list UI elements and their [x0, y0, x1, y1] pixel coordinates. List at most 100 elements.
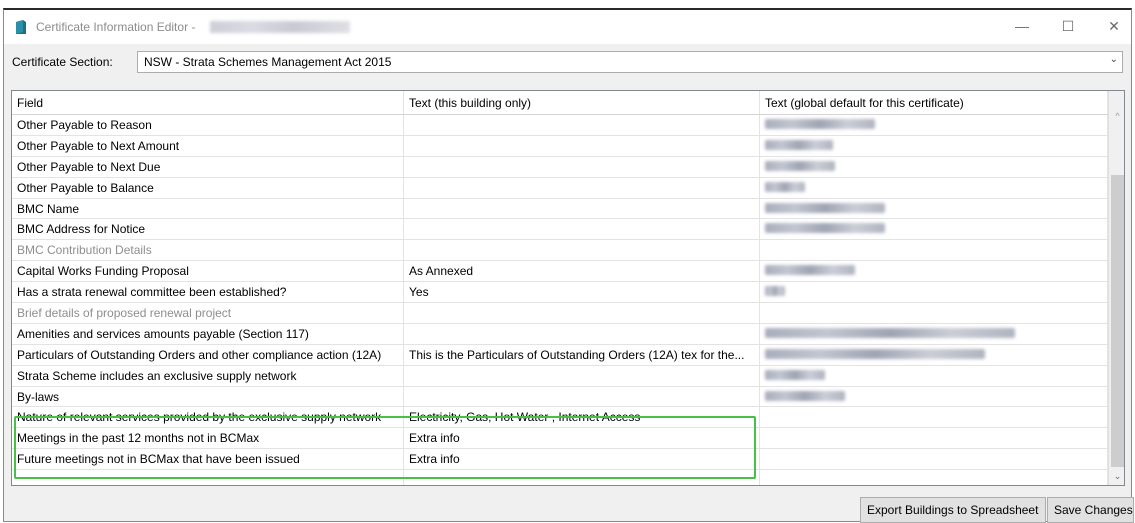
field-name-cell: Other Payable to Next Amount — [12, 135, 404, 156]
table-row[interactable]: Other Payable to Balance — [12, 177, 1108, 199]
field-name-cell: Other Payable to Reason — [12, 115, 404, 135]
table-row[interactable]: Other Payable to Reason — [12, 115, 1108, 136]
certificate-section-dropdown[interactable]: NSW - Strata Schemes Management Act 2015… — [137, 51, 1123, 73]
building-text-cell[interactable] — [404, 115, 760, 135]
building-text-cell[interactable] — [404, 135, 760, 156]
table-row[interactable]: Capital Works Funding Proposal As Annexed — [12, 261, 1108, 283]
certificate-section-label: Certificate Section: — [12, 55, 113, 69]
scroll-down-icon[interactable]: ⌄ — [1109, 468, 1124, 485]
save-changes-button[interactable]: Save Changes — [1047, 497, 1134, 523]
table-row[interactable]: Meetings in the past 12 months not in BC… — [12, 428, 1108, 450]
redacted-text — [765, 202, 885, 213]
table-row[interactable]: BMC Contribution Details — [12, 240, 1108, 262]
global-text-cell[interactable] — [760, 261, 1108, 282]
field-name-cell: Future meetings not in BCMax that have b… — [12, 449, 404, 470]
maximize-icon[interactable]: ☐ — [1045, 10, 1091, 42]
global-text-cell[interactable] — [760, 282, 1108, 303]
column-header-field[interactable]: Field — [12, 91, 404, 114]
building-text-cell[interactable] — [404, 386, 760, 407]
certificate-section-value: NSW - Strata Schemes Management Act 2015 — [144, 55, 392, 69]
building-text-cell[interactable] — [404, 303, 760, 323]
global-text-cell[interactable] — [760, 219, 1108, 240]
building-text-cell[interactable]: Extra info — [404, 428, 760, 449]
table-row[interactable]: Other Payable to Next Amount — [12, 135, 1108, 157]
global-text-cell[interactable] — [760, 156, 1108, 177]
global-text-cell[interactable] — [760, 428, 1108, 449]
certificate-editor-window: Certificate Information Editor - — ☐ ✕ C… — [3, 8, 1134, 523]
table-row[interactable]: By-laws — [12, 386, 1108, 408]
global-text-cell[interactable] — [760, 365, 1108, 386]
building-text-cell[interactable] — [404, 470, 760, 485]
building-text-cell[interactable] — [404, 177, 760, 198]
building-text-cell[interactable] — [404, 156, 760, 177]
global-text-cell[interactable] — [760, 198, 1108, 219]
redacted-text — [765, 348, 985, 359]
column-header-building-text[interactable]: Text (this building only) — [404, 91, 760, 114]
table-row[interactable]: Brief details of proposed renewal projec… — [12, 303, 1108, 324]
redacted-text — [765, 286, 785, 297]
field-name-cell: Has a strata renewal committee been esta… — [12, 282, 404, 303]
grid-header: Field Text (this building only) Text (gl… — [12, 91, 1108, 115]
global-text-cell[interactable] — [760, 115, 1108, 135]
global-text-cell[interactable] — [760, 240, 1108, 261]
field-name-cell: By-laws — [12, 386, 404, 407]
field-name-cell: Capital Works Funding Proposal — [12, 261, 404, 282]
global-text-cell[interactable] — [760, 407, 1108, 428]
table-row[interactable]: Nature of relevant services provided by … — [12, 407, 1108, 429]
certificate-section-row: Certificate Section: NSW - Strata Scheme… — [4, 44, 1131, 80]
global-text-cell[interactable] — [760, 344, 1108, 365]
building-text-cell[interactable] — [404, 365, 760, 386]
building-text-cell[interactable] — [404, 240, 760, 261]
chevron-down-icon: ⌄ — [1109, 54, 1118, 65]
window-title: Certificate Information Editor - — [36, 20, 196, 34]
global-text-cell[interactable] — [760, 470, 1108, 485]
building-text-cell[interactable] — [404, 323, 760, 344]
table-row[interactable]: Other Payable to Next Due — [12, 156, 1108, 178]
building-text-cell[interactable] — [404, 219, 760, 240]
redacted-text — [765, 160, 835, 171]
global-text-cell[interactable] — [760, 303, 1108, 323]
table-row[interactable]: BMC Name — [12, 198, 1108, 220]
field-name-cell: Meetings in the past 12 months not in BC… — [12, 428, 404, 449]
building-text-cell[interactable]: Electricity, Gas, Hot Water , Internet A… — [404, 407, 760, 428]
redacted-text — [765, 327, 1015, 338]
table-row[interactable] — [12, 470, 1108, 485]
global-text-cell[interactable] — [760, 386, 1108, 407]
table-row[interactable]: BMC Address for Notice — [12, 219, 1108, 241]
building-text-cell[interactable]: Extra info — [404, 449, 760, 470]
title-bar[interactable]: Certificate Information Editor - — ☐ ✕ — [4, 10, 1131, 44]
redacted-text — [765, 390, 845, 401]
building-text-cell[interactable]: Yes — [404, 282, 760, 303]
table-row[interactable]: Future meetings not in BCMax that have b… — [12, 449, 1108, 471]
export-buildings-button[interactable]: Export Buildings to Spreadsheet — [860, 497, 1046, 523]
table-row[interactable]: Has a strata renewal committee been esta… — [12, 282, 1108, 304]
vertical-scrollbar[interactable]: ^ ⌄ — [1108, 91, 1124, 485]
minimize-icon[interactable]: — — [999, 10, 1045, 42]
table-row[interactable]: Strata Scheme includes an exclusive supp… — [12, 365, 1108, 387]
global-text-cell[interactable] — [760, 177, 1108, 198]
column-header-global-text[interactable]: Text (global default for this certificat… — [760, 91, 1108, 114]
background-window-strip — [0, 0, 1135, 8]
field-name-cell: BMC Address for Notice — [12, 219, 404, 240]
global-text-cell[interactable] — [760, 449, 1108, 470]
field-name-cell: Amenities and services amounts payable (… — [12, 323, 404, 344]
scroll-up-icon[interactable]: ^ — [1109, 108, 1124, 125]
table-row[interactable]: Amenities and services amounts payable (… — [12, 323, 1108, 345]
field-name-cell: Other Payable to Balance — [12, 177, 404, 198]
redacted-text — [765, 369, 825, 380]
scrollbar-thumb[interactable] — [1111, 175, 1124, 467]
table-row[interactable]: Particulars of Outstanding Orders and ot… — [12, 344, 1108, 366]
redacted-text — [765, 119, 875, 129]
app-icon — [16, 20, 26, 34]
redacted-text — [765, 139, 833, 150]
redacted-text — [765, 223, 885, 234]
building-text-cell[interactable]: As Annexed — [404, 261, 760, 282]
building-text-cell[interactable] — [404, 198, 760, 219]
global-text-cell[interactable] — [760, 135, 1108, 156]
building-text-cell[interactable]: This is the Particulars of Outstanding O… — [404, 344, 760, 365]
close-icon[interactable]: ✕ — [1091, 10, 1135, 42]
field-name-cell: Strata Scheme includes an exclusive supp… — [12, 365, 404, 386]
redacted-text — [765, 181, 805, 192]
global-text-cell[interactable] — [760, 323, 1108, 344]
field-grid[interactable]: Field Text (this building only) Text (gl… — [11, 90, 1125, 486]
